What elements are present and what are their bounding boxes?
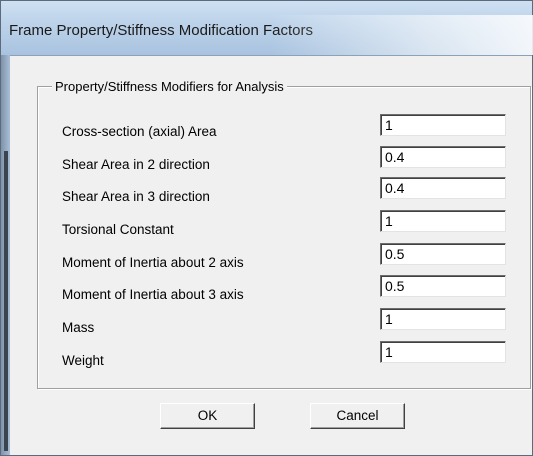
- title-bar-glass: [271, 15, 533, 55]
- dialog-window: Frame Property/Stiffness Modification Fa…: [0, 0, 533, 456]
- cancel-button[interactable]: Cancel: [310, 403, 405, 429]
- window-title: Frame Property/Stiffness Modification Fa…: [9, 22, 313, 39]
- moment-inertia-3-field[interactable]: [380, 275, 506, 297]
- mass-field[interactable]: [380, 308, 506, 330]
- title-bar[interactable]: Frame Property/Stiffness Modification Fa…: [1, 1, 533, 55]
- dialog-client-area: Property/Stiffness Modifiers for Analysi…: [10, 55, 532, 455]
- label-shear-area-3: Shear Area in 3 direction: [62, 189, 210, 204]
- cross-section-area-field[interactable]: [380, 114, 506, 136]
- label-weight: Weight: [62, 353, 104, 368]
- groupbox-legend: Property/Stiffness Modifiers for Analysi…: [52, 79, 287, 94]
- label-moment-inertia-2: Moment of Inertia about 2 axis: [62, 255, 244, 270]
- shear-area-3-field[interactable]: [380, 177, 506, 199]
- shear-area-2-field[interactable]: [380, 146, 506, 168]
- ok-button[interactable]: OK: [160, 403, 255, 429]
- label-cross-section-area: Cross-section (axial) Area: [62, 124, 217, 139]
- moment-inertia-2-field[interactable]: [380, 243, 506, 265]
- label-mass: Mass: [62, 320, 95, 335]
- label-torsional-constant: Torsional Constant: [62, 222, 174, 237]
- label-shear-area-2: Shear Area in 2 direction: [62, 157, 210, 172]
- label-moment-inertia-3: Moment of Inertia about 3 axis: [62, 287, 244, 302]
- window-left-shadow: [4, 151, 8, 451]
- weight-field[interactable]: [380, 341, 506, 363]
- torsional-constant-field[interactable]: [380, 210, 506, 232]
